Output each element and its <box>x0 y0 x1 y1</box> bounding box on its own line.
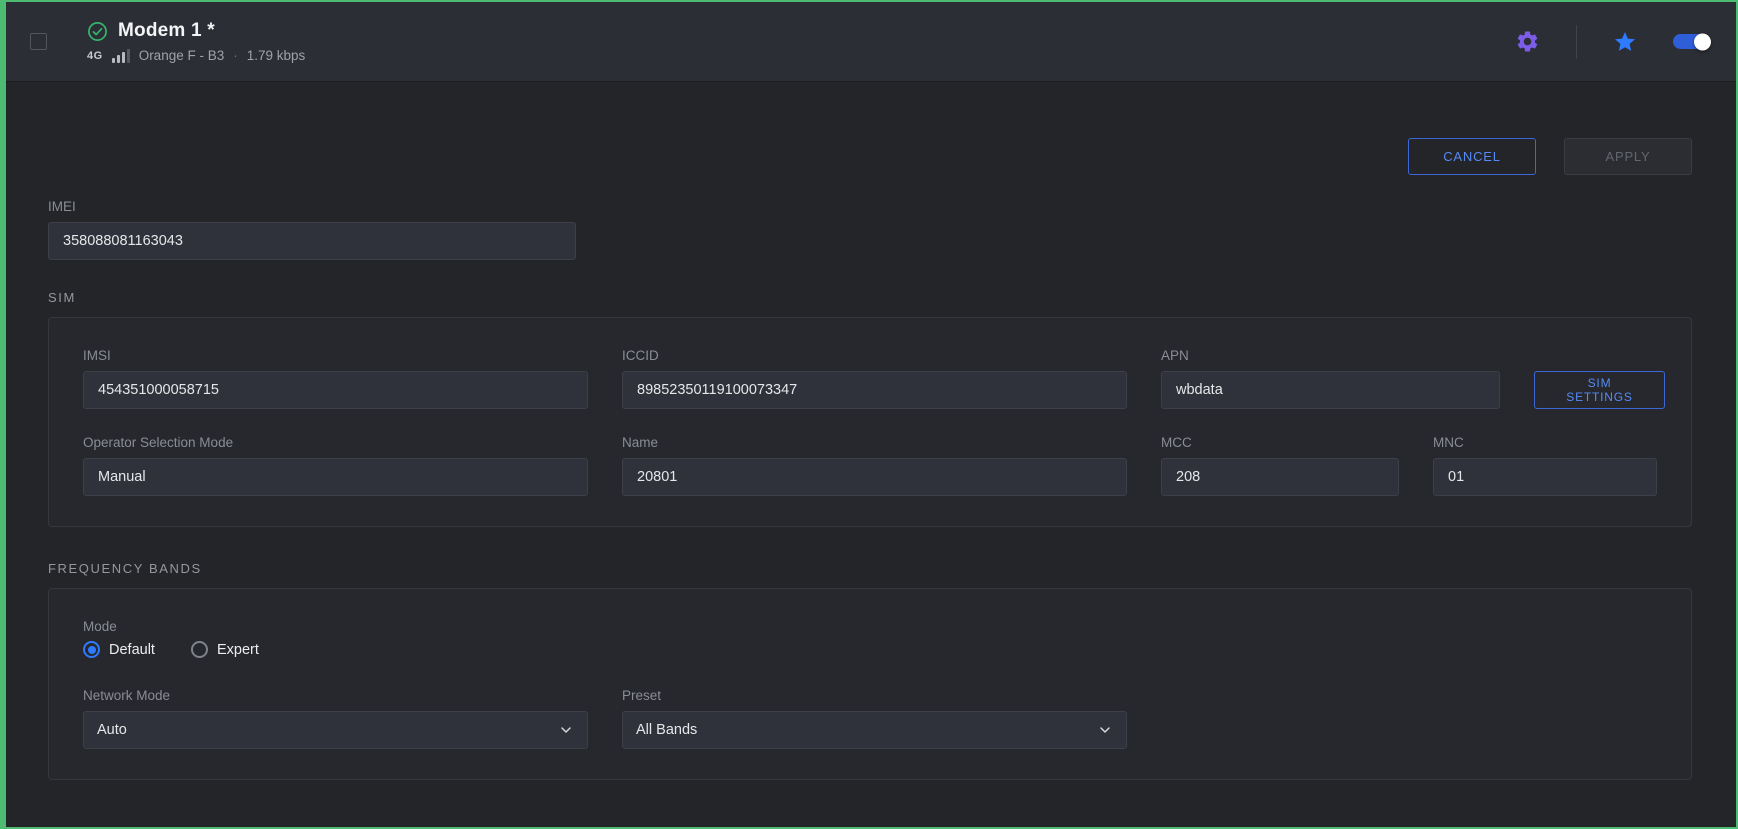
mode-option-default[interactable]: Default <box>83 641 155 658</box>
apn-label: APN <box>1161 348 1500 363</box>
network-type-label: 4G <box>87 50 103 62</box>
bitrate-label: 1.79 kbps <box>247 48 306 63</box>
network-mode-label: Network Mode <box>83 688 588 703</box>
network-mode-field: Network Mode Auto <box>83 688 588 749</box>
sim-panel: IMSI ICCID APN SIM SETTINGS Operator Sel <box>48 317 1692 527</box>
network-mode-select[interactable]: Auto <box>83 711 588 749</box>
frequency-bands-section-label: FREQUENCY BANDS <box>48 561 1692 576</box>
mnc-label: MNC <box>1433 435 1657 450</box>
operator-selection-mode-input[interactable] <box>83 458 588 496</box>
preset-field: Preset All Bands <box>622 688 1127 749</box>
mnc-input[interactable] <box>1433 458 1657 496</box>
apn-input[interactable] <box>1161 371 1500 409</box>
apply-button[interactable]: APPLY <box>1564 138 1692 175</box>
header-actions <box>1515 25 1710 59</box>
operator-selection-mode-field: Operator Selection Mode <box>83 435 588 496</box>
favorite-star-icon[interactable] <box>1613 30 1637 54</box>
sim-section-label: SIM <box>48 290 1692 305</box>
name-input[interactable] <box>622 458 1127 496</box>
modem-config-page: Modem 1 * 4G Orange F - B3 · 1.79 kbps <box>0 0 1738 829</box>
frequency-bands-panel: Mode Default Expert Network Mode <box>48 588 1692 780</box>
imsi-input[interactable] <box>83 371 588 409</box>
preset-select[interactable]: All Bands <box>622 711 1127 749</box>
toggle-knob <box>1694 33 1711 50</box>
mode-label: Mode <box>83 619 1657 634</box>
operator-selection-mode-label: Operator Selection Mode <box>83 435 588 450</box>
signal-strength-icon <box>112 49 130 63</box>
modem-title: Modem 1 * <box>118 20 215 42</box>
imei-label: IMEI <box>48 199 576 214</box>
mcc-field: MCC <box>1161 435 1399 496</box>
cancel-button[interactable]: CANCEL <box>1408 138 1536 175</box>
imei-input[interactable] <box>48 222 576 260</box>
mode-option-expert[interactable]: Expert <box>191 641 259 658</box>
preset-label: Preset <box>622 688 1127 703</box>
separator-dot: · <box>233 48 238 63</box>
chevron-down-icon <box>558 722 574 738</box>
modem-header: Modem 1 * 4G Orange F - B3 · 1.79 kbps <box>6 2 1736 82</box>
modem-enable-toggle[interactable] <box>1673 34 1710 49</box>
chevron-down-icon <box>1097 722 1113 738</box>
network-mode-value: Auto <box>97 722 127 738</box>
operator-band-label: Orange F - B3 <box>139 48 225 63</box>
mnc-field: MNC <box>1433 435 1657 496</box>
name-label: Name <box>622 435 1127 450</box>
mode-block: Mode Default Expert <box>83 619 1657 658</box>
preset-value: All Bands <box>636 722 697 738</box>
iccid-label: ICCID <box>622 348 1127 363</box>
mcc-input[interactable] <box>1161 458 1399 496</box>
iccid-input[interactable] <box>622 371 1127 409</box>
settings-gear-icon[interactable] <box>1515 29 1540 54</box>
modem-info: Modem 1 * 4G Orange F - B3 · 1.79 kbps <box>87 20 305 63</box>
modem-select-checkbox[interactable] <box>30 33 47 50</box>
iccid-field: ICCID <box>622 348 1127 409</box>
radio-unselected-icon <box>191 641 208 658</box>
imei-field: IMEI <box>48 199 576 260</box>
form-actions: CANCEL APPLY <box>48 138 1692 175</box>
connection-status: 4G Orange F - B3 · 1.79 kbps <box>87 48 305 63</box>
header-divider <box>1576 25 1577 59</box>
connected-check-icon <box>87 21 108 42</box>
sim-settings-button[interactable]: SIM SETTINGS <box>1534 371 1665 409</box>
imsi-field: IMSI <box>83 348 588 409</box>
radio-selected-icon <box>83 641 100 658</box>
name-field: Name <box>622 435 1127 496</box>
mcc-label: MCC <box>1161 435 1399 450</box>
mode-radio-group: Default Expert <box>83 641 1657 658</box>
imsi-label: IMSI <box>83 348 588 363</box>
modem-settings-content: CANCEL APPLY IMEI SIM IMSI ICCID APN <box>6 82 1736 827</box>
apn-field: APN <box>1161 348 1500 409</box>
